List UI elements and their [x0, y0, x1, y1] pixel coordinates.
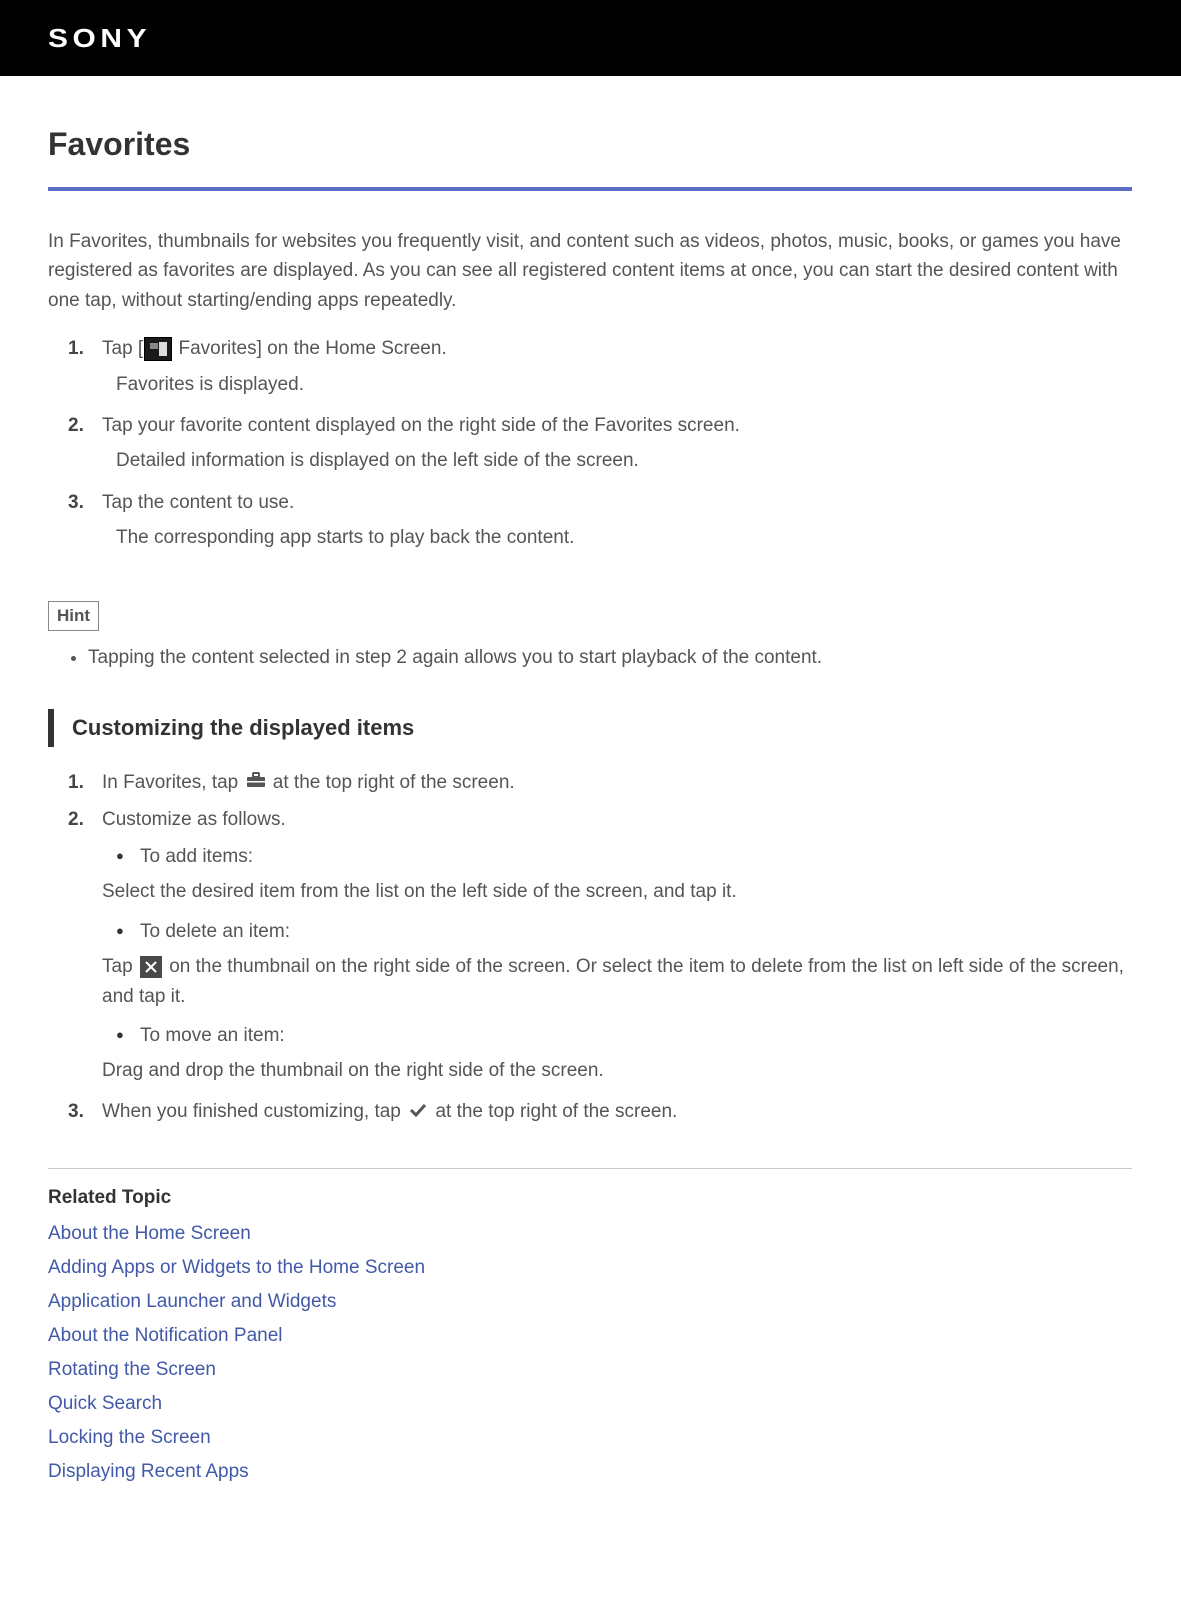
- customize-step-2: Customize as follows. To add items: Sele…: [68, 804, 1132, 1085]
- toolbox-icon: [246, 767, 266, 798]
- x-icon: [140, 956, 162, 978]
- customize-step-3: When you finished customizing, tap at th…: [68, 1096, 1132, 1128]
- step-1-text-pre: Tap [: [102, 338, 143, 359]
- move-item-label: To move an item:: [102, 1021, 1132, 1050]
- page-title: Favorites: [48, 126, 1132, 163]
- brand-logo: SONY: [48, 23, 151, 54]
- customize-bullets: To add items: Select the desired item fr…: [102, 842, 1132, 1086]
- customizing-heading: Customizing the displayed items: [48, 709, 1132, 747]
- hint-item: Tapping the content selected in step 2 a…: [88, 643, 1132, 672]
- step-1-sub: Favorites is displayed.: [102, 369, 1132, 400]
- step-2: Tap your favorite content displayed on t…: [68, 410, 1132, 477]
- related-link-quick-search[interactable]: Quick Search: [48, 1393, 1132, 1415]
- hint-list: Tapping the content selected in step 2 a…: [88, 643, 1132, 672]
- related-links: About the Home Screen Adding Apps or Wid…: [48, 1223, 1132, 1483]
- customize-step-1: In Favorites, tap at the top right of th…: [68, 767, 1132, 799]
- hint-label: Hint: [48, 601, 99, 631]
- related-link-app-launcher[interactable]: Application Launcher and Widgets: [48, 1291, 1132, 1313]
- step-3: Tap the content to use. The correspondin…: [68, 487, 1132, 554]
- customize-step-1-pre: In Favorites, tap: [102, 772, 244, 793]
- customize-step-1-post: at the top right of the screen.: [268, 772, 515, 793]
- step-2-text: Tap your favorite content displayed on t…: [102, 415, 740, 436]
- related-link-recent-apps[interactable]: Displaying Recent Apps: [48, 1461, 1132, 1483]
- delete-item-label: To delete an item:: [102, 917, 1132, 946]
- header-bar: SONY: [0, 0, 1181, 76]
- customize-step-3-pre: When you finished customizing, tap: [102, 1101, 406, 1122]
- related-heading: Related Topic: [48, 1187, 1132, 1209]
- move-item-detail: Drag and drop the thumbnail on the right…: [102, 1056, 1132, 1085]
- check-icon: [409, 1096, 427, 1127]
- related-link-rotating-screen[interactable]: Rotating the Screen: [48, 1359, 1132, 1381]
- add-items-label: To add items:: [102, 842, 1132, 871]
- related-link-adding-apps[interactable]: Adding Apps or Widgets to the Home Scree…: [48, 1257, 1132, 1279]
- intro-paragraph: In Favorites, thumbnails for websites yo…: [48, 227, 1132, 315]
- customize-steps-list: In Favorites, tap at the top right of th…: [68, 767, 1132, 1128]
- step-2-sub: Detailed information is displayed on the…: [102, 445, 1132, 476]
- customize-step-3-post: at the top right of the screen.: [430, 1101, 677, 1122]
- step-1-text-post: Favorites] on the Home Screen.: [173, 338, 447, 359]
- title-divider: [48, 187, 1132, 191]
- favorites-icon: [144, 337, 172, 361]
- delete-item-detail: Tap on the thumbnail on the right side o…: [102, 952, 1132, 1011]
- related-divider: [48, 1168, 1132, 1169]
- step-3-sub: The corresponding app starts to play bac…: [102, 522, 1132, 553]
- add-items-detail: Select the desired item from the list on…: [102, 877, 1132, 906]
- main-content: Favorites In Favorites, thumbnails for w…: [0, 76, 1180, 1525]
- related-link-locking-screen[interactable]: Locking the Screen: [48, 1427, 1132, 1449]
- delete-detail-pre: Tap: [102, 956, 138, 977]
- customize-step-2-text: Customize as follows.: [102, 809, 286, 830]
- delete-detail-post: on the thumbnail on the right side of th…: [102, 956, 1124, 1006]
- step-1: Tap [ Favorites] on the Home Screen. Fav…: [68, 333, 1132, 400]
- related-link-home-screen[interactable]: About the Home Screen: [48, 1223, 1132, 1245]
- related-link-notification-panel[interactable]: About the Notification Panel: [48, 1325, 1132, 1347]
- main-steps-list: Tap [ Favorites] on the Home Screen. Fav…: [68, 333, 1132, 553]
- step-3-text: Tap the content to use.: [102, 492, 294, 513]
